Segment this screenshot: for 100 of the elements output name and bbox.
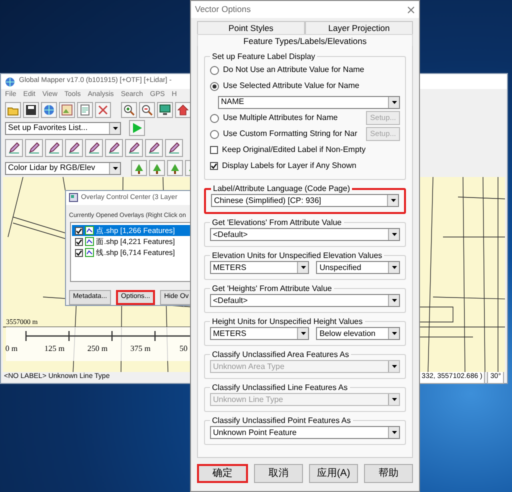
layer-icon xyxy=(85,237,94,246)
dropdown[interactable]: METERS xyxy=(210,327,310,340)
dropdown[interactable]: METERS xyxy=(210,261,310,274)
dropdown[interactable]: <Default> xyxy=(210,228,400,241)
tab[interactable]: Point Styles xyxy=(197,21,305,34)
caret-icon xyxy=(392,100,396,104)
option-label: Use Multiple Attributes for Name xyxy=(223,112,338,124)
checkbox[interactable] xyxy=(210,162,218,170)
play-icon xyxy=(132,123,142,133)
zoom-in-icon xyxy=(123,104,135,116)
dropdown[interactable]: Below elevation xyxy=(316,327,400,340)
pencil-icon xyxy=(8,142,20,154)
checkbox[interactable] xyxy=(75,226,83,235)
group-label: Classify Unclassified Point Features As xyxy=(211,416,352,425)
close-icon xyxy=(407,6,415,14)
toolbar-button[interactable] xyxy=(105,139,123,157)
home-icon xyxy=(177,104,189,116)
globe-icon xyxy=(43,104,55,116)
caret-icon xyxy=(390,199,396,202)
pencil-icon xyxy=(88,142,100,154)
toolbar-button[interactable] xyxy=(149,160,165,176)
scale-label: 0 m xyxy=(4,343,19,355)
option-label: Display Labels for Layer if Any Shown xyxy=(222,160,356,172)
group-label: Classify Unclassified Line Features As xyxy=(211,383,349,392)
toolbar-button[interactable] xyxy=(65,139,83,157)
globe-icon xyxy=(5,76,15,86)
caret-icon xyxy=(392,332,396,335)
checkbox[interactable] xyxy=(75,238,83,246)
radio-button[interactable] xyxy=(210,66,219,74)
tree-icon xyxy=(133,162,145,174)
pencil-icon xyxy=(108,142,120,154)
dialog-title: Vector Options xyxy=(195,3,251,16)
toolbar-button[interactable] xyxy=(121,102,137,118)
caret-icon xyxy=(392,431,396,434)
tree-icon xyxy=(151,162,163,174)
dropdown[interactable]: Chinese (Simplified) [CP: 936] xyxy=(211,194,399,207)
dropdown[interactable]: Unknown Point Feature xyxy=(210,426,400,439)
pencil-icon xyxy=(148,142,160,154)
radio-button[interactable] xyxy=(210,82,219,90)
radio-button[interactable] xyxy=(210,114,219,122)
pencil-icon xyxy=(68,142,80,154)
toolbar-button[interactable] xyxy=(5,139,23,157)
caret-icon xyxy=(392,266,396,269)
pencil-icon xyxy=(48,142,60,154)
caret-icon xyxy=(392,398,396,401)
option-label: Do Not Use an Attribute Value for Name xyxy=(223,64,364,76)
toolbar-button[interactable] xyxy=(45,139,63,157)
dropdown[interactable]: Set up Favorites List... xyxy=(5,122,121,134)
caret-icon xyxy=(300,332,306,335)
checkbox[interactable] xyxy=(210,146,218,154)
toolbar-button[interactable] xyxy=(23,102,39,118)
window-icon xyxy=(69,193,78,202)
group-label: Set up Feature Label Display xyxy=(211,52,316,61)
picture-icon xyxy=(61,104,73,116)
group-label: Get 'Elevations' From Attribute Value xyxy=(211,218,343,227)
toolbar-button[interactable] xyxy=(131,160,147,176)
pencil-icon xyxy=(168,142,180,154)
dropdown[interactable]: NAME xyxy=(218,96,400,108)
dialog-button[interactable]: 取消 xyxy=(254,464,303,483)
scale-label: 250 m xyxy=(86,343,109,355)
dialog-button[interactable]: 确定 xyxy=(197,464,248,483)
option-label: Use Selected Attribute Value for Name xyxy=(223,80,360,92)
dropdown[interactable]: Color Lidar by RGB/Elev xyxy=(5,162,121,174)
tab[interactable]: Feature Types/Labels/Elevations xyxy=(197,34,413,46)
close-button[interactable] xyxy=(407,6,415,14)
caret-icon xyxy=(300,266,306,269)
dropdown[interactable]: Unspecified xyxy=(316,261,400,274)
toolbar-button[interactable] xyxy=(125,139,143,157)
scale-label: 375 m xyxy=(129,343,152,355)
caret-icon xyxy=(392,299,396,302)
monitor-icon xyxy=(159,104,171,116)
toolbar-button[interactable] xyxy=(165,139,183,157)
dropdown[interactable]: <Default> xyxy=(210,294,400,307)
zoom-out-icon xyxy=(141,104,153,116)
option-label: Use Custom Formatting String for Nar xyxy=(223,128,358,140)
dialog-button[interactable]: 应用(A) xyxy=(309,464,358,483)
group-label: Elevation Units for Unspecified Elevation Values xyxy=(211,251,384,260)
scale-label: 125 m xyxy=(43,343,66,355)
tree-icon xyxy=(169,162,181,174)
toolbar-button[interactable] xyxy=(175,102,191,118)
group-label: Height Units for Unspecified Height Values xyxy=(211,317,364,326)
toolbar-button[interactable] xyxy=(157,102,173,118)
checkbox[interactable] xyxy=(75,248,83,257)
layer-icon xyxy=(85,226,94,236)
tab[interactable]: Layer Projection xyxy=(305,21,413,34)
toolbar-button[interactable] xyxy=(145,139,163,157)
toolbar-button[interactable] xyxy=(85,139,103,157)
toolbar-button[interactable] xyxy=(25,139,43,157)
caret-icon xyxy=(392,365,396,368)
group-label: Get 'Heights' From Attribute Value xyxy=(211,284,333,293)
toolbar-button[interactable] xyxy=(167,160,183,176)
layer-icon xyxy=(85,248,94,258)
caret-icon xyxy=(112,126,118,130)
radio-button[interactable] xyxy=(210,130,219,138)
scale-label: 50 xyxy=(178,343,188,355)
pencil-icon xyxy=(28,142,40,154)
toolbar-button[interactable] xyxy=(139,102,155,118)
option-label: Keep Original/Edited Label if Non-Empty xyxy=(222,144,366,156)
caret-icon xyxy=(112,166,118,170)
dialog-button[interactable]: 帮助 xyxy=(364,464,413,483)
